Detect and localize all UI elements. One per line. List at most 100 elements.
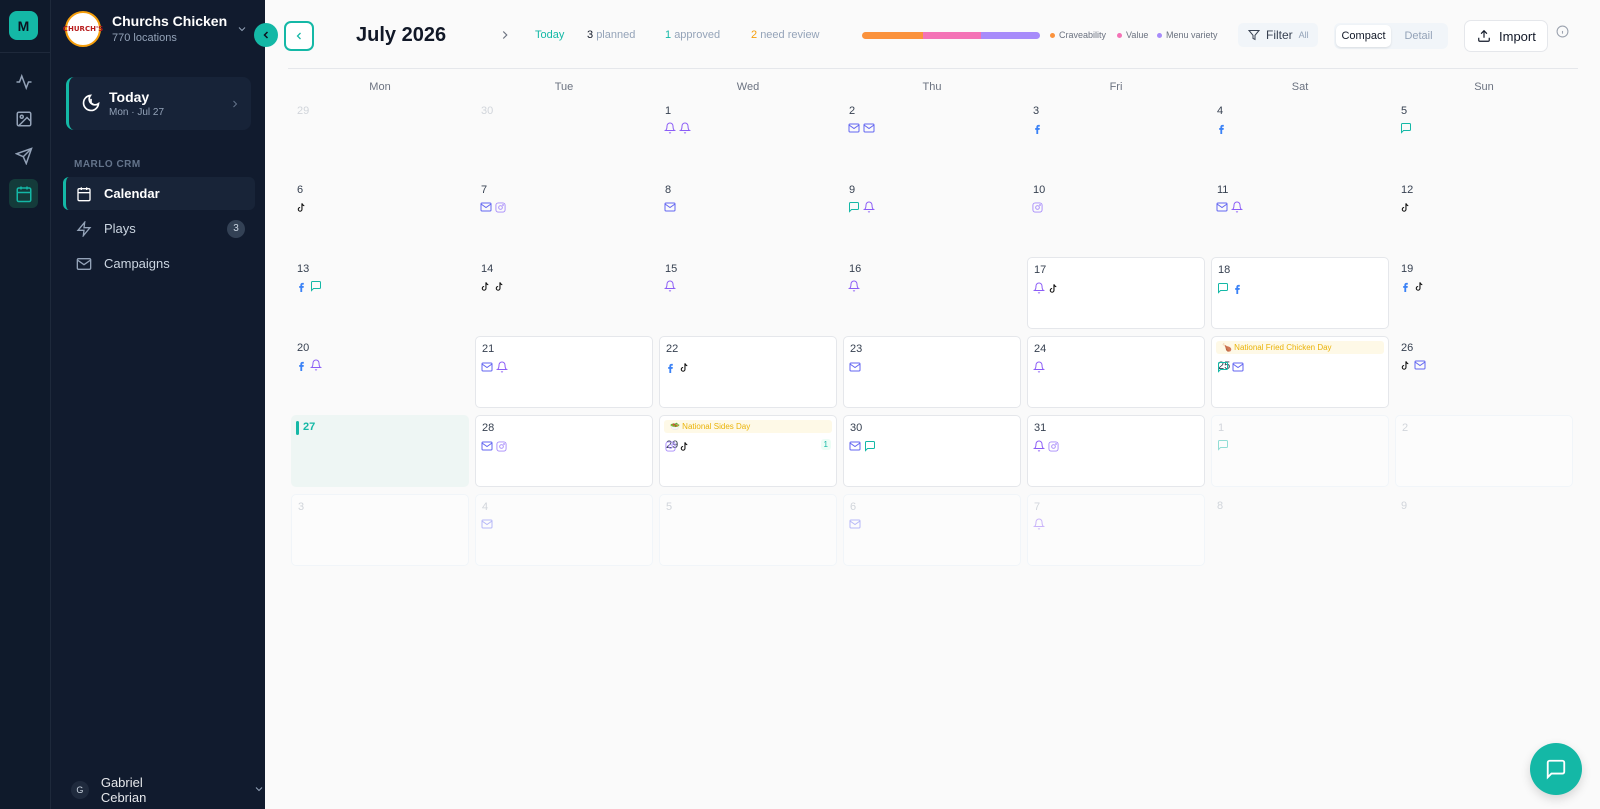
- sms-icon[interactable]: [1400, 121, 1412, 139]
- email-icon[interactable]: [480, 200, 492, 218]
- day-cell[interactable]: 8: [659, 178, 837, 250]
- notification-icon[interactable]: [1032, 281, 1046, 299]
- sms-icon[interactable]: [864, 439, 876, 457]
- user-menu[interactable]: G Gabriel Cebrian: [71, 775, 265, 805]
- nav-calendar[interactable]: Calendar: [63, 177, 255, 210]
- facebook-icon[interactable]: [1216, 121, 1227, 139]
- notification-icon[interactable]: [309, 358, 323, 376]
- sms-icon[interactable]: [848, 200, 860, 218]
- notification-icon[interactable]: [1230, 200, 1244, 218]
- day-cell[interactable]: 6: [843, 494, 1021, 566]
- compact-view-button[interactable]: Compact: [1336, 25, 1391, 47]
- day-cell[interactable]: 24: [1027, 336, 1205, 408]
- filter-button[interactable]: Filter All: [1238, 23, 1318, 47]
- day-cell[interactable]: 11: [1211, 178, 1389, 250]
- tiktok-icon[interactable]: [679, 439, 690, 457]
- holiday-banner[interactable]: 🥗 National Sides Day: [664, 420, 832, 433]
- facebook-icon[interactable]: [296, 358, 307, 376]
- tiktok-icon[interactable]: [1400, 358, 1411, 376]
- today-card[interactable]: Today Mon · Jul 27: [66, 77, 251, 130]
- day-cell[interactable]: 9: [1395, 494, 1573, 566]
- today-link[interactable]: Today: [535, 29, 564, 41]
- holiday-banner[interactable]: 🍗 National Fried Chicken Day: [1216, 341, 1384, 354]
- tiktok-icon[interactable]: [1414, 279, 1425, 297]
- facebook-icon[interactable]: [665, 360, 676, 378]
- notification-icon[interactable]: [1032, 360, 1046, 378]
- day-cell[interactable]: 1: [1211, 415, 1389, 487]
- sms-icon[interactable]: [310, 279, 322, 297]
- day-cell[interactable]: 2: [1395, 415, 1573, 487]
- day-cell[interactable]: 16: [843, 257, 1021, 329]
- sms-icon[interactable]: [1217, 360, 1229, 378]
- email-icon[interactable]: [848, 121, 860, 139]
- day-cell[interactable]: 3: [291, 494, 469, 566]
- workspace-logo[interactable]: M: [9, 11, 38, 40]
- planned-stat[interactable]: 3 planned: [587, 29, 635, 41]
- next-month-button[interactable]: [498, 28, 512, 47]
- nav-campaigns[interactable]: Campaigns: [63, 247, 255, 280]
- day-cell[interactable]: 5: [659, 494, 837, 566]
- notification-icon[interactable]: [663, 279, 677, 297]
- day-cell[interactable]: 15: [659, 257, 837, 329]
- email-icon[interactable]: [849, 360, 861, 378]
- instagram-icon[interactable]: [496, 439, 507, 457]
- tiktok-icon[interactable]: [296, 200, 307, 218]
- notification-icon[interactable]: [495, 360, 509, 378]
- review-stat[interactable]: 2 need review: [751, 29, 820, 41]
- day-cell[interactable]: 29: [291, 99, 469, 171]
- day-cell[interactable]: 26: [1395, 336, 1573, 408]
- day-cell[interactable]: 22: [659, 336, 837, 408]
- facebook-icon[interactable]: [1400, 279, 1411, 297]
- notification-icon[interactable]: [663, 121, 677, 139]
- email-icon[interactable]: [1232, 360, 1244, 378]
- nav-plays[interactable]: Plays 3: [63, 212, 255, 245]
- info-icon[interactable]: [1556, 25, 1569, 43]
- instagram-icon[interactable]: [1032, 200, 1043, 218]
- instagram-icon[interactable]: [665, 439, 676, 457]
- sms-icon[interactable]: [1217, 281, 1229, 299]
- day-cell[interactable]: 2: [843, 99, 1021, 171]
- facebook-icon[interactable]: [1232, 281, 1243, 299]
- email-icon[interactable]: [481, 360, 493, 378]
- import-button[interactable]: Import: [1464, 20, 1548, 52]
- tiktok-icon[interactable]: [679, 360, 690, 378]
- email-icon[interactable]: [863, 121, 875, 139]
- email-icon[interactable]: [481, 439, 493, 457]
- day-cell[interactable]: 30: [475, 99, 653, 171]
- send-icon[interactable]: [9, 141, 38, 170]
- day-cell-today[interactable]: 27: [291, 415, 469, 487]
- tiktok-icon[interactable]: [1400, 200, 1411, 218]
- chevron-down-icon[interactable]: [236, 22, 248, 40]
- day-cell[interactable]: 4: [475, 494, 653, 566]
- day-cell[interactable]: 6: [291, 178, 469, 250]
- day-cell[interactable]: 23: [843, 336, 1021, 408]
- day-cell[interactable]: 🥗 National Sides Day 29 1: [659, 415, 837, 487]
- email-icon[interactable]: [849, 517, 861, 535]
- day-cell[interactable]: 7: [475, 178, 653, 250]
- email-icon[interactable]: [1414, 358, 1426, 376]
- email-icon[interactable]: [664, 200, 676, 218]
- approved-stat[interactable]: 1 approved: [665, 29, 720, 41]
- day-cell[interactable]: 20: [291, 336, 469, 408]
- notification-icon[interactable]: [862, 200, 876, 218]
- day-cell[interactable]: 18: [1211, 257, 1389, 329]
- day-cell[interactable]: 🍗 National Fried Chicken Day 25: [1211, 336, 1389, 408]
- day-cell[interactable]: 10: [1027, 178, 1205, 250]
- image-icon[interactable]: [9, 104, 38, 133]
- calendar-rail-icon[interactable]: [9, 179, 38, 208]
- day-cell[interactable]: 13: [291, 257, 469, 329]
- email-icon[interactable]: [481, 517, 493, 535]
- notification-icon[interactable]: [678, 121, 692, 139]
- day-cell[interactable]: 12: [1395, 178, 1573, 250]
- analytics-icon[interactable]: [9, 67, 38, 96]
- collapse-sidebar-button[interactable]: [254, 23, 278, 47]
- notification-icon[interactable]: [847, 279, 861, 297]
- day-cell[interactable]: 9: [843, 178, 1021, 250]
- notification-icon[interactable]: [1032, 517, 1046, 535]
- detail-view-button[interactable]: Detail: [1391, 25, 1446, 47]
- day-cell[interactable]: 7: [1027, 494, 1205, 566]
- chat-button[interactable]: [1530, 743, 1582, 795]
- day-cell[interactable]: 3: [1027, 99, 1205, 171]
- tiktok-icon[interactable]: [480, 279, 491, 297]
- tiktok-icon[interactable]: [494, 279, 505, 297]
